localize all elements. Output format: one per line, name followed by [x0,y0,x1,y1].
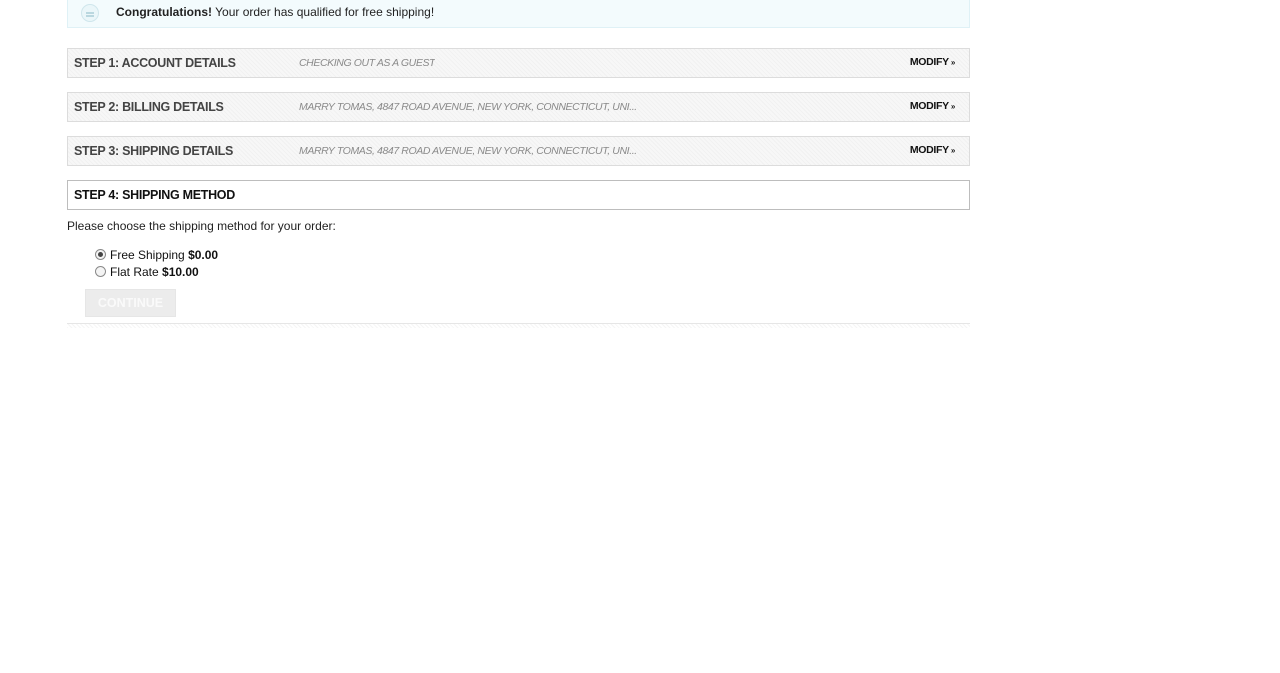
step-title: Step 4: Shipping Method [74,188,235,202]
step-summary: Checking out as a guest [299,57,436,69]
double-chevron-right-icon: » [950,146,955,155]
modify-shipping-link[interactable]: Modify» [910,137,955,164]
shipping-method-intro: Please choose the shipping method for yo… [67,219,336,233]
step-billing-details: Step 2: Billing Details Marry Tomas, 484… [67,92,970,122]
notice-text: Your order has qualified for free shippi… [212,5,435,19]
option-label: Flat Rate [110,265,159,279]
step-summary: Marry Tomas, 4847 Road Avenue, New York,… [299,145,637,157]
option-label: Free Shipping [110,248,185,262]
notice-bold: Congratulations! [116,5,212,19]
option-price: $0.00 [188,248,219,262]
shipping-option-free[interactable]: Free Shipping $0.00 [95,248,218,262]
step-title: Step 2: Billing Details [74,100,224,114]
step-shipping-method: Step 4: Shipping Method [67,180,970,210]
step-title: Step 3: Shipping Details [74,144,234,158]
section-divider [67,323,970,328]
checkout-container: Congratulations! Your order has qualifie… [67,0,970,328]
notice-message: Congratulations! Your order has qualifie… [116,0,434,24]
modify-label: Modify [909,56,949,68]
modify-label: Modify [909,144,949,156]
modify-label: Modify [909,100,949,112]
continue-button[interactable]: Continue [85,289,176,317]
free-shipping-notice: Congratulations! Your order has qualifie… [67,0,970,28]
step-account-details: Step 1: Account Details Checking out as … [67,48,970,78]
step-summary: Marry Tomas, 4847 Road Avenue, New York,… [299,101,637,113]
double-chevron-right-icon: » [950,102,955,111]
radio-button-selected[interactable] [95,249,106,261]
step-title: Step 1: Account Details [74,56,236,70]
double-chevron-right-icon: » [950,58,955,67]
shipping-option-flat-rate[interactable]: Flat Rate $10.00 [95,265,199,279]
option-price: $10.00 [162,265,199,279]
info-icon [81,4,99,22]
modify-billing-link[interactable]: Modify» [910,93,955,120]
radio-button[interactable] [95,266,106,278]
modify-account-link[interactable]: Modify» [910,49,955,76]
step-shipping-details: Step 3: Shipping Details Marry Tomas, 48… [67,136,970,166]
